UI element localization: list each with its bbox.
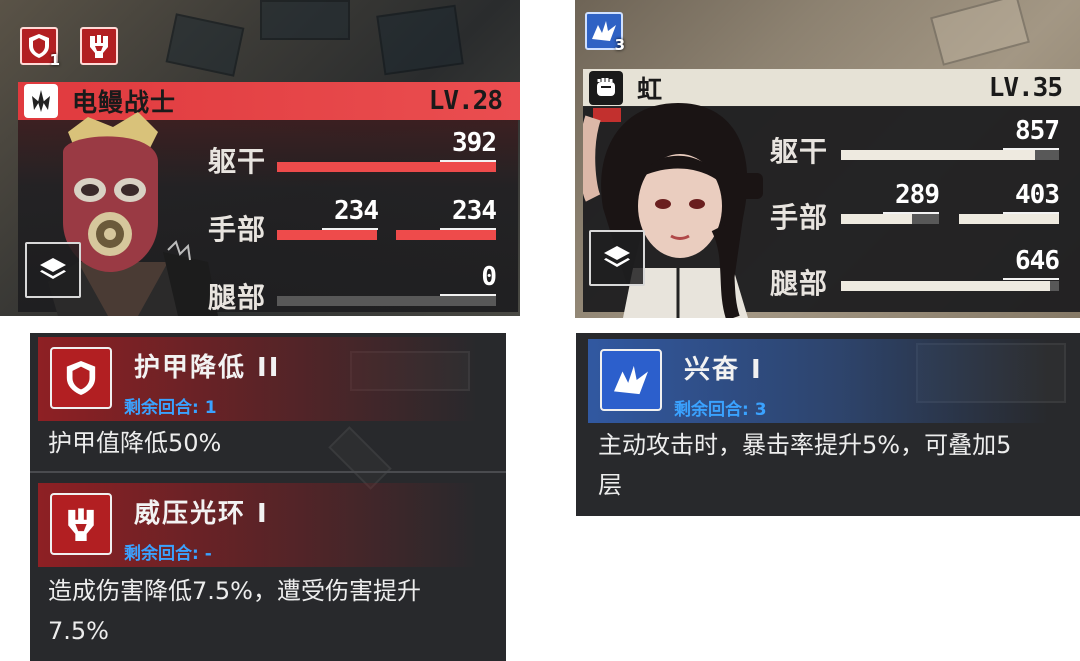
background-crate xyxy=(376,4,464,76)
arm-left-hp-value: 289 xyxy=(895,180,940,210)
arm-left-hp-value: 234 xyxy=(334,196,379,226)
buff-header: 护甲降低 II 剩余回合: 1 xyxy=(38,337,478,421)
arm-right-hp-value: 234 xyxy=(452,196,497,226)
body-hp-value: 857 xyxy=(1015,116,1060,146)
intimidate-aura-icon xyxy=(90,35,108,58)
arm-left-hp-fill xyxy=(841,214,912,224)
arm-right-hp-fill xyxy=(959,214,1059,224)
leg-hp-value: 646 xyxy=(1015,246,1060,276)
value-underline xyxy=(1003,278,1059,280)
arm-right-hp-bar xyxy=(396,230,496,240)
divider xyxy=(30,471,506,473)
unit-level: LV.28 xyxy=(428,86,503,116)
armor-down-buff-button[interactable]: 1 xyxy=(20,27,60,69)
unit-level: LV.35 xyxy=(988,73,1063,103)
enemy-unit-card: 1 电鳗战士 LV.28 躯干 392 手部 234 234 腿部 0 xyxy=(0,0,520,316)
buff-stack-count: 1 xyxy=(49,51,60,69)
leg-hp-value: 0 xyxy=(481,262,497,292)
buff-description-line: 主动攻击时，暴击率提升5%，可叠加5 xyxy=(598,431,1012,459)
arm-left-hp-fill xyxy=(277,230,377,240)
buff-description-line: 层 xyxy=(598,471,622,499)
part-label-leg: 腿部 xyxy=(208,281,267,314)
part-label-arm: 手部 xyxy=(770,201,829,234)
arm-right-hp-bar xyxy=(959,214,1059,224)
buff-header: 兴奋 I 剩余回合: 3 xyxy=(588,339,1048,423)
background-crate xyxy=(260,0,350,40)
body-hp-bar xyxy=(277,162,496,172)
buff-detail-panel: 护甲降低 II 剩余回合: 1 护甲值降低50% 威压光环 I 剩余回合: - … xyxy=(30,333,506,661)
buff-remaining-turns: 剩余回合: 3 xyxy=(674,400,767,420)
layers-icon xyxy=(40,258,66,279)
arm-right-hp-value: 403 xyxy=(1015,180,1060,210)
part-label-leg: 腿部 xyxy=(770,267,829,300)
layers-button[interactable] xyxy=(25,242,81,298)
leg-hp-bar xyxy=(841,281,1059,291)
intimidate-aura-icon xyxy=(50,493,112,555)
buff-remaining-turns: 剩余回合: 1 xyxy=(124,398,217,418)
leg-hp-bar xyxy=(277,296,496,306)
layers-button[interactable] xyxy=(589,230,645,286)
body-hp-value: 392 xyxy=(452,128,497,158)
buff-stack-count: 3 xyxy=(614,36,625,54)
excite-icon xyxy=(600,349,662,411)
armor-down-icon xyxy=(29,34,49,58)
body-hp-fill xyxy=(277,162,496,172)
buff-description-line: 护甲值降低50% xyxy=(48,429,222,457)
arm-left-hp-bar xyxy=(841,214,939,224)
ally-unit-card: 3 虹 LV.35 躯干 857 手部 289 403 腿部 646 xyxy=(575,0,1080,318)
body-hp-bar xyxy=(841,150,1059,160)
buff-description: 造成伤害降低7.5%，遭受伤害提升 7.5% xyxy=(48,571,498,651)
buff-detail-panel: 兴奋 I 剩余回合: 3 主动攻击时，暴击率提升5%，可叠加5 层 xyxy=(576,333,1080,516)
part-label-body: 躯干 xyxy=(208,145,267,178)
buff-name: 兴奋 I xyxy=(684,355,763,385)
buff-description-line: 7.5% xyxy=(48,617,109,645)
body-hp-fill xyxy=(841,150,1036,160)
part-label-body: 躯干 xyxy=(770,135,829,168)
arm-left-hp-bar xyxy=(277,230,377,240)
buff-description: 护甲值降低50% xyxy=(48,423,221,463)
layers-icon xyxy=(604,246,630,267)
buff-name: 威压光环 I xyxy=(134,499,269,529)
buff-description: 主动攻击时，暴击率提升5%，可叠加5 层 xyxy=(598,425,1078,505)
armor-down-icon xyxy=(50,347,112,409)
part-label-arm: 手部 xyxy=(208,213,267,246)
background-debris xyxy=(930,0,1030,66)
leg-hp-fill xyxy=(841,281,1051,291)
buff-description-line: 造成伤害降低7.5%，遭受伤害提升 xyxy=(48,577,421,605)
background-crate xyxy=(165,13,245,77)
excite-buff-button[interactable]: 3 xyxy=(585,12,625,54)
intimidate-aura-buff-button[interactable] xyxy=(80,27,118,65)
background-ui-ghost xyxy=(328,426,392,490)
buff-name: 护甲降低 II xyxy=(134,353,281,383)
buff-remaining-turns: 剩余回合: - xyxy=(124,544,212,564)
buff-header: 威压光环 I 剩余回合: - xyxy=(38,483,478,567)
arm-right-hp-fill xyxy=(396,230,496,240)
